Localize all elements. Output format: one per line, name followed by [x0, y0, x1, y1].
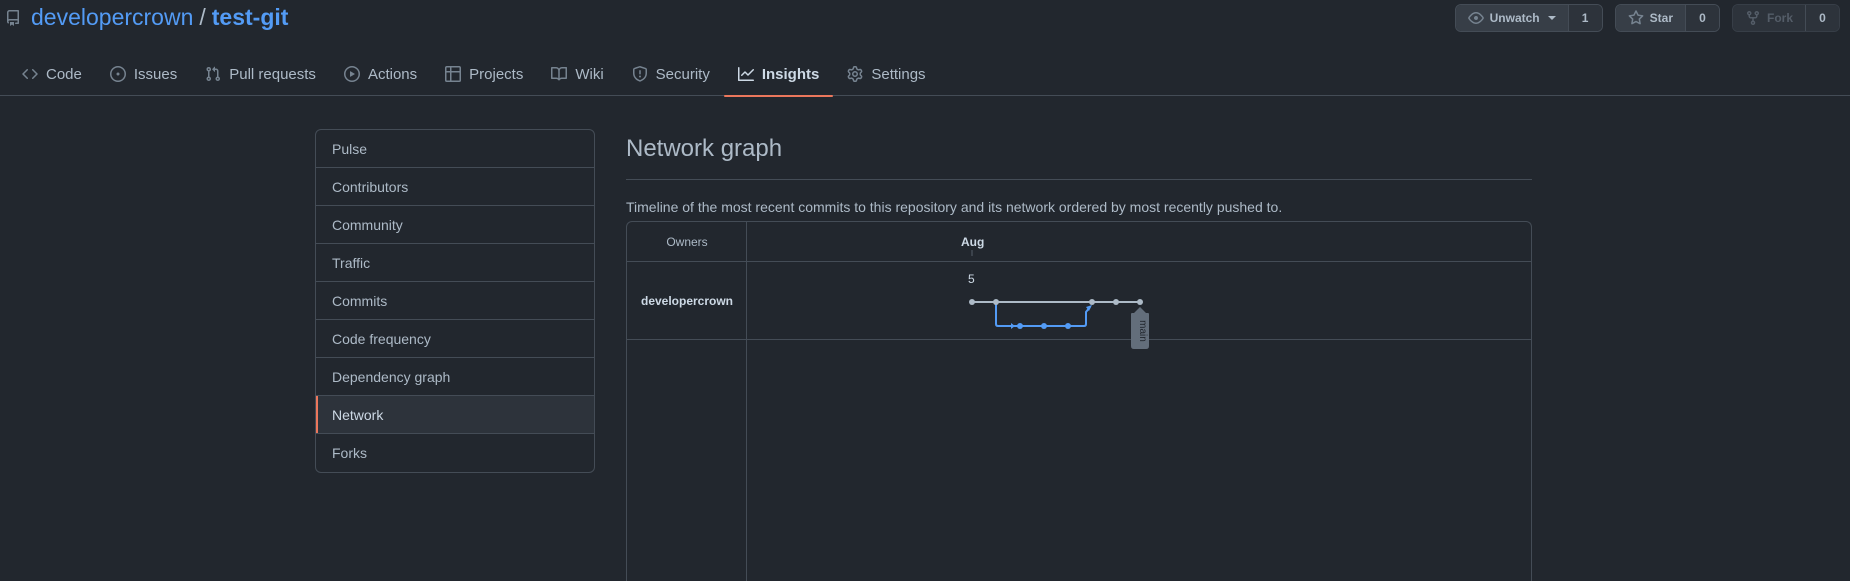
- repo-path-separator: /: [199, 4, 206, 30]
- branch-arrow-icon: [1011, 323, 1015, 329]
- fork-label: Fork: [1766, 11, 1793, 25]
- menu-item-code-frequency[interactable]: Code frequency: [316, 320, 594, 358]
- tab-code[interactable]: Code: [8, 52, 96, 96]
- fork-button[interactable]: Fork: [1732, 5, 1805, 31]
- tab-insights-label: Insights: [761, 65, 820, 83]
- page-title: Network graph: [626, 135, 1532, 180]
- menu-item-contributors[interactable]: Contributors: [316, 168, 594, 206]
- tab-pull-requests-label: Pull requests: [229, 65, 316, 83]
- tab-actions-label: Actions: [367, 65, 418, 83]
- stars-count[interactable]: 0: [1684, 5, 1719, 31]
- branch-label-text: main: [1137, 320, 1148, 342]
- repo-owner-link[interactable]: developercrown: [31, 4, 193, 31]
- repo-tabs: Code Issues Pull requests Actions Projec…: [8, 52, 940, 97]
- tab-insights[interactable]: Insights: [723, 52, 834, 97]
- tab-settings-label: Settings: [871, 65, 926, 83]
- menu-item-commits[interactable]: Commits: [316, 282, 594, 320]
- star-button-group: Star 0: [1614, 4, 1720, 32]
- menu-item-dependency-graph[interactable]: Dependency graph: [316, 358, 594, 396]
- commit-dot[interactable]: [1065, 323, 1071, 329]
- tab-settings[interactable]: Settings: [833, 52, 939, 96]
- feature-branch-line: [995, 302, 1091, 327]
- menu-item-community[interactable]: Community: [316, 206, 594, 244]
- tab-issues-label: Issues: [133, 65, 178, 83]
- gear-icon: [847, 66, 863, 82]
- forks-count[interactable]: 0: [1805, 5, 1839, 31]
- main-content: Network graph Timeline of the most recen…: [626, 129, 1532, 581]
- star-button[interactable]: Star: [1615, 5, 1685, 31]
- unwatch-button[interactable]: Unwatch: [1455, 5, 1568, 31]
- commit-dot[interactable]: [1113, 299, 1119, 305]
- eye-icon: [1467, 12, 1484, 24]
- graph-icon: [737, 67, 754, 81]
- table-icon: [445, 66, 462, 82]
- commit-dot[interactable]: [1137, 299, 1143, 305]
- shield-icon: [632, 66, 647, 82]
- book-icon: [551, 66, 568, 81]
- pull-request-icon: [206, 66, 221, 82]
- menu-item-pulse[interactable]: Pulse: [316, 130, 594, 168]
- code-icon: [22, 68, 38, 80]
- play-icon: [343, 66, 360, 82]
- issue-icon: [109, 66, 126, 82]
- watch-button-group: Unwatch 1: [1454, 4, 1603, 32]
- repo-actions: Unwatch 1 Star 0 Fork 0: [1454, 4, 1840, 32]
- star-label: Star: [1649, 11, 1673, 25]
- repo-name-link[interactable]: test-git: [212, 4, 289, 31]
- network-graph[interactable]: Owners developercrown Aug 5 main: [626, 221, 1532, 581]
- fork-button-group: Fork 0: [1731, 4, 1840, 32]
- repo-title: developercrown / test-git: [5, 4, 288, 31]
- fork-icon: [1746, 11, 1759, 26]
- commit-graph: main: [969, 250, 1149, 349]
- watchers-count[interactable]: 1: [1567, 5, 1602, 31]
- tab-wiki[interactable]: Wiki: [537, 52, 617, 96]
- repo-header: developercrown / test-git Unwatch 1 Star…: [0, 0, 1850, 97]
- menu-item-traffic[interactable]: Traffic: [316, 244, 594, 282]
- chevron-down-icon: [1547, 16, 1556, 20]
- commit-dot[interactable]: [1041, 323, 1047, 329]
- tab-wiki-label: Wiki: [575, 65, 604, 83]
- tab-issues[interactable]: Issues: [96, 52, 191, 96]
- commit-dot[interactable]: [1017, 323, 1023, 329]
- unwatch-label: Unwatch: [1489, 11, 1540, 25]
- tab-security[interactable]: Security: [618, 52, 724, 96]
- insights-menu: Pulse Contributors Community Traffic Com…: [315, 129, 595, 473]
- tab-actions[interactable]: Actions: [330, 52, 431, 96]
- menu-item-network[interactable]: Network: [316, 396, 594, 434]
- tab-code-label: Code: [46, 65, 82, 83]
- tab-pull-requests[interactable]: Pull requests: [191, 52, 330, 96]
- tab-security-label: Security: [655, 65, 710, 83]
- commit-dot[interactable]: [1089, 299, 1095, 305]
- menu-item-forks[interactable]: Forks: [316, 434, 594, 472]
- tab-projects[interactable]: Projects: [431, 52, 537, 96]
- star-icon: [1628, 10, 1644, 25]
- commit-dot[interactable]: [969, 299, 975, 305]
- repo-icon: [5, 9, 21, 26]
- commit-dot[interactable]: [993, 299, 999, 305]
- tab-projects-label: Projects: [469, 65, 524, 83]
- branch-label[interactable]: main: [1131, 307, 1149, 349]
- page-description: Timeline of the most recent commits to t…: [626, 199, 1283, 215]
